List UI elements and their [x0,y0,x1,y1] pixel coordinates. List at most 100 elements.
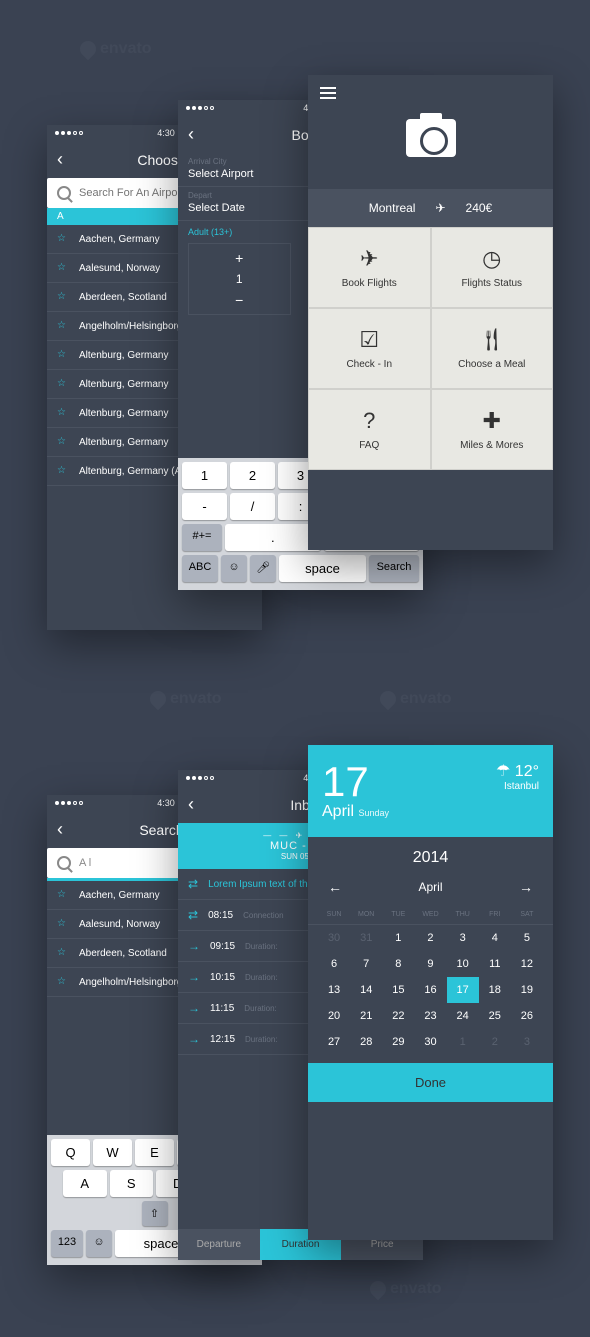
calendar-cell[interactable]: 19 [511,977,543,1003]
done-button[interactable]: Done [308,1063,553,1102]
key[interactable]: E [135,1139,174,1166]
meal-icon: 🍴︎ [440,327,545,353]
time: 08:15 [208,910,233,921]
calendar-cell[interactable]: 1 [382,925,414,951]
calendar-cell[interactable]: 8 [382,951,414,977]
swap-icon: ⇄ [188,877,198,891]
next-month-button[interactable]: → [519,879,533,895]
star-icon[interactable]: ☆ [57,465,69,477]
back-button[interactable]: ‹ [188,794,194,815]
symbols-key[interactable]: #+= [182,524,222,551]
calendar-cell[interactable]: 25 [479,1003,511,1029]
nav-month-label: April [418,880,442,894]
calendar-cell[interactable]: 24 [447,1003,479,1029]
star-icon[interactable]: ☆ [57,976,69,988]
star-icon[interactable]: ☆ [57,407,69,419]
star-icon[interactable]: ☆ [57,291,69,303]
mic-key[interactable]: 🎤︎ [250,555,276,582]
calendar-cell-selected[interactable]: 17 [447,977,479,1003]
menu-flights-status[interactable]: ◷Flights Status [431,227,554,308]
shift-key[interactable]: ⇧ [142,1201,168,1226]
calendar-cell[interactable]: 6 [318,951,350,977]
star-icon[interactable]: ☆ [57,349,69,361]
plus-icon: ✚ [440,408,545,434]
calendar-cell[interactable]: 16 [414,977,446,1003]
search-key[interactable]: Search [369,555,419,582]
swap-icon: ⇄ [188,908,198,922]
back-button[interactable]: ‹ [57,149,63,170]
calendar-cell[interactable]: 4 [479,925,511,951]
calendar-cell[interactable]: 10 [447,951,479,977]
watermark: envato [80,40,152,58]
camera-icon[interactable] [406,119,456,157]
star-icon[interactable]: ☆ [57,262,69,274]
star-icon[interactable]: ☆ [57,889,69,901]
back-button[interactable]: ‹ [57,819,63,840]
price-banner[interactable]: Montreal ✈ 240€ [308,189,553,227]
calendar-cell[interactable]: 1 [447,1029,479,1055]
key[interactable]: - [182,493,227,520]
key[interactable]: / [230,493,275,520]
calendar-cell[interactable]: 12 [511,951,543,977]
calendar-cell[interactable]: 29 [382,1029,414,1055]
tab-departure[interactable]: Departure [178,1229,260,1260]
calendar-header: 17 April Sunday ☂ 12° Istanbul [308,745,553,837]
key[interactable]: S [110,1170,154,1197]
calendar-cell[interactable]: 27 [318,1029,350,1055]
back-button[interactable]: ‹ [188,124,194,145]
time: 12:15 [210,1034,235,1045]
star-icon[interactable]: ☆ [57,947,69,959]
key[interactable]: . [225,524,321,551]
calendar-cell[interactable]: 26 [511,1003,543,1029]
calendar-cell[interactable]: 23 [414,1003,446,1029]
star-icon[interactable]: ☆ [57,436,69,448]
menu-check-in[interactable]: ☑Check - In [308,308,431,389]
calendar-cell[interactable]: 18 [479,977,511,1003]
calendar-day: 17 [322,761,389,803]
emoji-key[interactable]: ☺ [86,1230,112,1257]
calendar-cell[interactable]: 11 [479,951,511,977]
increment-button[interactable]: + [233,248,245,268]
key[interactable]: 2 [230,462,275,489]
signal-dots-icon [186,776,214,780]
calendar-cell[interactable]: 22 [382,1003,414,1029]
calendar-cell[interactable]: 3 [511,1029,543,1055]
calendar-cell[interactable]: 20 [318,1003,350,1029]
calendar-cell[interactable]: 7 [350,951,382,977]
calendar-cell[interactable]: 2 [414,925,446,951]
key[interactable]: W [93,1139,132,1166]
key[interactable]: Q [51,1139,90,1166]
calendar-cell[interactable]: 3 [447,925,479,951]
decrement-button[interactable]: − [233,290,245,310]
menu-miles[interactable]: ✚Miles & Mores [431,389,554,470]
star-icon[interactable]: ☆ [57,233,69,245]
emoji-key[interactable]: ☺ [221,555,247,582]
calendar-cell[interactable]: 5 [511,925,543,951]
star-icon[interactable]: ☆ [57,918,69,930]
calendar-cell[interactable]: 30 [318,925,350,951]
calendar-cell[interactable]: 14 [350,977,382,1003]
space-key[interactable]: space [279,555,366,582]
calendar-cell[interactable]: 2 [479,1029,511,1055]
menu-choose-meal[interactable]: 🍴︎Choose a Meal [431,308,554,389]
star-icon[interactable]: ☆ [57,378,69,390]
calendar-cell[interactable]: 21 [350,1003,382,1029]
calendar-cell[interactable]: 9 [414,951,446,977]
key[interactable]: 1 [182,462,227,489]
calendar-cell[interactable]: 28 [350,1029,382,1055]
abc-key[interactable]: ABC [182,555,218,582]
calendar-cell[interactable]: 15 [382,977,414,1003]
calendar-cell[interactable]: 30 [414,1029,446,1055]
menu-faq[interactable]: ?FAQ [308,389,431,470]
search-icon [57,186,71,200]
menu-book-flights[interactable]: ✈Book Flights [308,227,431,308]
prev-month-button[interactable]: ← [328,879,342,895]
adult-label: Adult (13+) [178,221,301,239]
key[interactable]: A [63,1170,107,1197]
numbers-key[interactable]: 123 [51,1230,83,1257]
calendar-cell[interactable]: 13 [318,977,350,1003]
menu-icon[interactable] [320,87,336,99]
arrow-right-icon: → [188,939,200,953]
calendar-cell[interactable]: 31 [350,925,382,951]
star-icon[interactable]: ☆ [57,320,69,332]
